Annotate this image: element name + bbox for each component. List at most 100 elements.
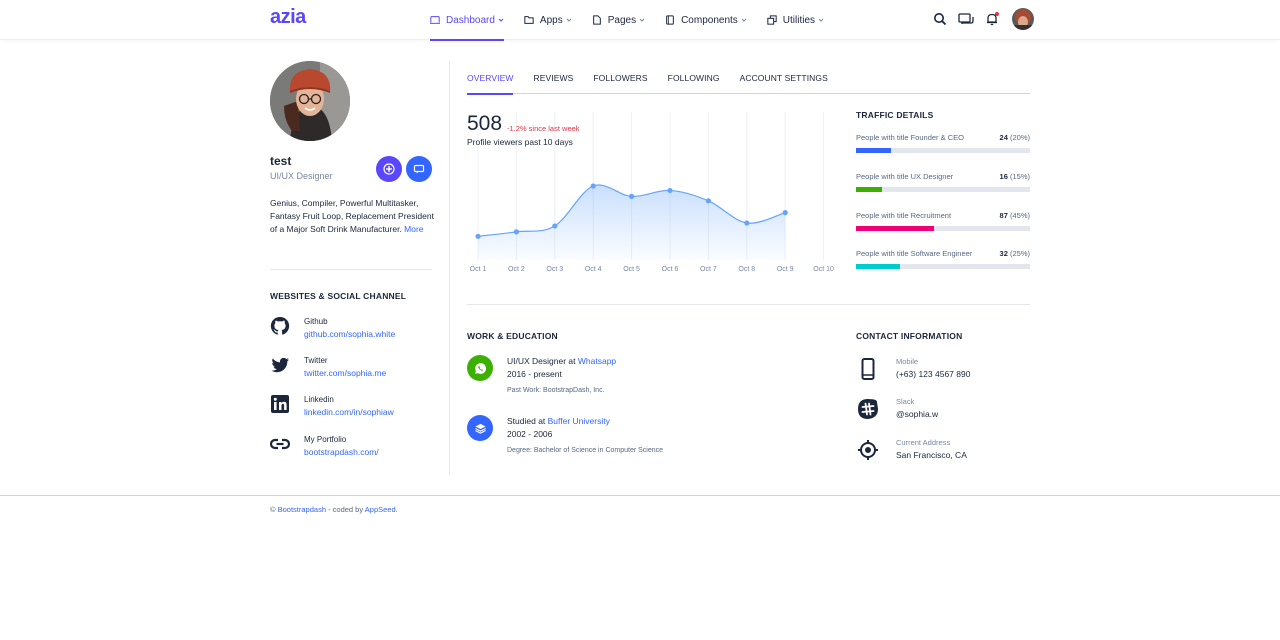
- contact-text: Slack @sophia.w: [896, 397, 938, 421]
- traffic-label: People with title Founder & CEO: [856, 133, 964, 142]
- overview-value: 508: [467, 112, 503, 135]
- chart-data-point[interactable]: [552, 223, 558, 229]
- social-label: Github: [304, 317, 328, 326]
- messages-icon[interactable]: [958, 12, 974, 26]
- notification-dot: [995, 12, 999, 16]
- footer-coder-link[interactable]: AppSeed: [365, 505, 396, 514]
- add-contact-button[interactable]: [376, 156, 402, 182]
- chart-data-point[interactable]: [705, 198, 711, 204]
- work-text: UI/UX Designer at Whatsapp 2016 - presen…: [507, 355, 616, 398]
- footer-brand-link[interactable]: Bootstrapdash: [278, 505, 326, 514]
- nav-pages[interactable]: Pages: [592, 0, 645, 40]
- message-button[interactable]: [406, 156, 432, 182]
- traffic-progress-fill: [856, 148, 891, 153]
- traffic-title: TRAFFIC DETAILS: [856, 110, 934, 120]
- slack-icon: [856, 397, 880, 421]
- traffic-item: People with title Software Engineer 32 (2…: [856, 249, 1030, 269]
- contact-item-slack: Slack @sophia.w: [856, 397, 938, 421]
- chevron-down-icon: [639, 18, 645, 22]
- chart-data-point[interactable]: [744, 220, 750, 226]
- layers-icon: [467, 415, 493, 441]
- traffic-progress-fill: [856, 187, 883, 192]
- brand-logo[interactable]: azia: [270, 6, 306, 29]
- chart-data-point[interactable]: [475, 233, 481, 239]
- footer-text: - coded by: [326, 505, 365, 514]
- tab-following[interactable]: FOLLOWING: [668, 62, 720, 94]
- traffic-row: People with title UX Designer 16 (15%): [856, 172, 1030, 181]
- profile-name: test: [270, 154, 292, 168]
- chart-x-tick-label: Oct 4: [585, 266, 602, 273]
- traffic-progress-fill: [856, 264, 900, 269]
- github-icon: [270, 316, 290, 336]
- nav-utilities[interactable]: Utilities: [767, 0, 824, 40]
- social-text: My Portfolio bootstrapdash.com/: [304, 434, 379, 459]
- chart-x-tick-label: Oct 7: [700, 266, 717, 273]
- social-item-portfolio: My Portfolio bootstrapdash.com/: [269, 434, 379, 459]
- social-label: Twitter: [304, 356, 328, 365]
- contact-title: CONTACT INFORMATION: [856, 331, 963, 341]
- file-icon: [592, 15, 601, 25]
- work-org-link[interactable]: Buffer University: [548, 416, 610, 426]
- traffic-pct: (45%): [1009, 211, 1030, 220]
- tab-reviews[interactable]: REVIEWS: [533, 62, 573, 94]
- profile-role: UI/UX Designer: [270, 171, 333, 181]
- social-section-title: WEBSITES & SOCIAL CHANNEL: [270, 291, 407, 301]
- chat-icon: [413, 164, 425, 174]
- dashboard-icon: [430, 16, 440, 24]
- overview-subtitle: Profile viewers past 10 days: [467, 137, 573, 147]
- tab-overview[interactable]: OVERVIEW: [467, 62, 514, 95]
- traffic-label: People with title UX Designer: [856, 172, 954, 181]
- chart-data-point[interactable]: [667, 187, 673, 194]
- nav-components[interactable]: Components: [665, 0, 747, 40]
- traffic-count: 87: [999, 211, 1008, 220]
- social-link-twitter[interactable]: twitter.com/sophia.me: [304, 366, 386, 380]
- add-user-icon: [383, 163, 395, 175]
- work-org-link[interactable]: Whatsapp: [578, 356, 616, 366]
- traffic-item: People with title UX Designer 16 (15%): [856, 172, 1030, 192]
- social-label: My Portfolio: [304, 435, 347, 444]
- contact-text: Mobile (+63) 123 4567 890: [896, 357, 970, 381]
- layers-icon: [767, 15, 777, 25]
- chart-data-point[interactable]: [590, 183, 596, 189]
- whatsapp-icon: [467, 355, 493, 381]
- work-title: WORK & EDUCATION: [467, 331, 558, 341]
- nav-label: Components: [681, 14, 738, 26]
- contact-value: San Francisco, CA: [896, 450, 967, 460]
- chevron-down-icon: [566, 18, 572, 22]
- social-item-github: Github github.com/sophia.white: [270, 316, 395, 341]
- chart-x-tick-label: Oct 1: [470, 266, 487, 273]
- linkedin-icon: [270, 394, 290, 414]
- tab-followers[interactable]: FOLLOWERS: [593, 62, 647, 94]
- social-link-github[interactable]: github.com/sophia.white: [304, 327, 395, 341]
- search-icon[interactable]: [933, 12, 947, 26]
- chart-data-point[interactable]: [629, 193, 635, 199]
- nav-dashboard[interactable]: Dashboard: [430, 0, 504, 41]
- contact-text: Current Address San Francisco, CA: [896, 438, 967, 462]
- chevron-down-icon: [741, 18, 747, 22]
- nav-apps[interactable]: Apps: [524, 0, 572, 40]
- traffic-progress-bar: [856, 264, 1030, 269]
- tab-account-settings[interactable]: ACCOUNT SETTINGS: [740, 62, 828, 94]
- traffic-pct: (15%): [1009, 172, 1030, 181]
- traffic-pct: (20%): [1009, 133, 1030, 142]
- chart-x-tick-label: Oct 3: [546, 266, 563, 273]
- bell-icon[interactable]: [985, 12, 999, 26]
- contact-value: @sophia.w: [896, 409, 939, 419]
- traffic-value: 24 (20%): [1000, 133, 1030, 142]
- traffic-pct: (25%): [1009, 249, 1030, 258]
- chart-data-point[interactable]: [513, 229, 519, 235]
- traffic-row: People with title Software Engineer 32 (2…: [856, 249, 1030, 258]
- traffic-row: People with title Recruitment 87 (45%): [856, 211, 1030, 220]
- nav-label: Utilities: [782, 14, 816, 26]
- social-link-portfolio[interactable]: bootstrapdash.com/: [304, 445, 379, 459]
- chart-x-tick-label: Oct 6: [662, 266, 679, 273]
- contact-value: (+63) 123 4567 890: [896, 369, 971, 379]
- user-avatar[interactable]: [1012, 8, 1034, 30]
- footer-copyright: ©: [270, 505, 278, 514]
- social-link-linkedin[interactable]: linkedin.com/in/sophiaw: [304, 405, 394, 419]
- bio-more-link[interactable]: More: [404, 224, 423, 234]
- footer-end: .: [395, 505, 398, 514]
- profile-avatar: [270, 61, 350, 141]
- work-role: Studied at: [507, 416, 548, 426]
- chart-data-point[interactable]: [782, 210, 788, 216]
